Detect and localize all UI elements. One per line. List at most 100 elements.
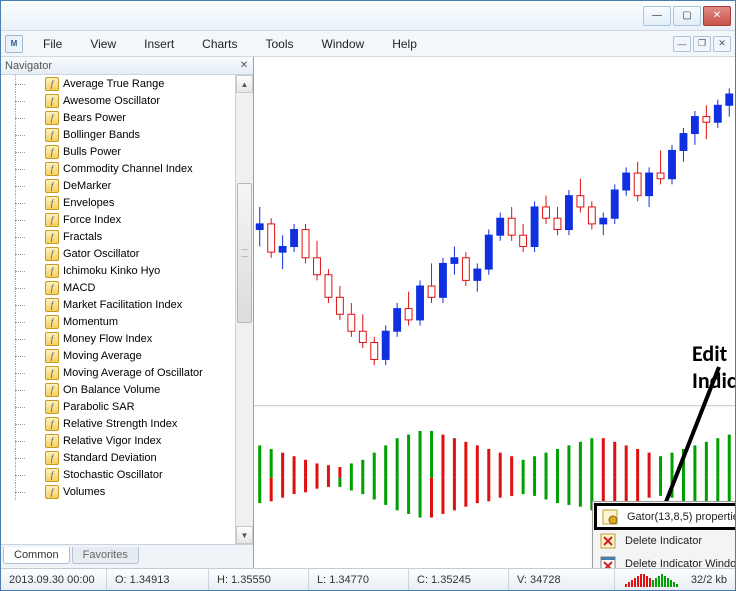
indicator-label: MACD: [63, 282, 95, 294]
menu-window[interactable]: Window: [308, 33, 379, 55]
indicator-label: Money Flow Index: [63, 333, 152, 345]
indicator-icon: f: [45, 400, 59, 414]
indicator-item[interactable]: fMoving Average: [1, 347, 235, 364]
indicator-label: Moving Average of Oscillator: [63, 367, 203, 379]
indicator-context-menu: Gator(13,8,5) properties... Delete Indic…: [592, 501, 735, 568]
properties-icon: [601, 508, 619, 526]
navigator-title-label: Navigator: [5, 60, 52, 72]
indicator-label: Market Facilitation Index: [63, 299, 182, 311]
ctx-properties[interactable]: Gator(13,8,5) properties...: [594, 503, 735, 530]
menu-file[interactable]: File: [29, 33, 76, 55]
indicator-icon: f: [45, 451, 59, 465]
indicator-label: Commodity Channel Index: [63, 163, 193, 175]
indicator-item[interactable]: f Market Facilitation Index: [1, 296, 235, 313]
indicator-item[interactable]: f MACD: [1, 279, 235, 296]
indicator-label: Awesome Oscillator: [63, 95, 160, 107]
indicator-item[interactable]: fFractals: [1, 228, 235, 245]
indicator-label: Ichimoku Kinko Hyo: [63, 265, 160, 277]
window-minimize-button[interactable]: —: [643, 6, 671, 26]
indicator-item[interactable]: fBears Power: [1, 109, 235, 126]
indicator-label: Stochastic Oscillator: [63, 469, 163, 481]
chart-area[interactable]: Edit Indicator Gator(13,8,5) properties.…: [254, 57, 735, 568]
window-maximize-button[interactable]: ▢: [673, 6, 701, 26]
indicator-icon: f: [45, 281, 59, 295]
indicator-item[interactable]: fBollinger Bands: [1, 126, 235, 143]
indicator-icon: f: [45, 162, 59, 176]
indicator-icon: f: [45, 417, 59, 431]
indicator-item[interactable]: f Standard Deviation: [1, 449, 235, 466]
indicator-label: Average True Range: [63, 78, 164, 90]
tab-common[interactable]: Common: [3, 547, 70, 564]
indicator-item[interactable]: f Bulls Power: [1, 143, 235, 160]
status-open: O: 1.34913: [107, 569, 209, 590]
menu-charts[interactable]: Charts: [188, 33, 251, 55]
navigator-tabs: Common Favorites: [1, 544, 253, 568]
status-traffic: 32/2 kb: [615, 569, 735, 590]
navigator-panel: Navigator ✕ f Average True Range f Awesome …: [1, 57, 254, 568]
indicator-icon: f: [45, 468, 59, 482]
indicator-label: Bulls Power: [63, 146, 121, 158]
indicator-icon: f: [45, 196, 59, 210]
indicator-item[interactable]: f Average True Range: [1, 75, 235, 92]
indicator-item[interactable]: f Ichimoku Kinko Hyo: [1, 262, 235, 279]
annotation-label: Edit Indicator: [692, 340, 735, 394]
indicator-icon: f: [45, 77, 59, 91]
indicator-item[interactable]: fDeMarker: [1, 177, 235, 194]
status-close: C: 1.35245: [409, 569, 509, 590]
indicator-label: Relative Strength Index: [63, 418, 177, 430]
traffic-icon: [623, 573, 685, 587]
indicator-icon: f: [45, 383, 59, 397]
tab-favorites[interactable]: Favorites: [72, 547, 139, 564]
indicator-icon: f: [45, 264, 59, 278]
indicator-item[interactable]: f Relative Strength Index: [1, 415, 235, 432]
indicator-item[interactable]: f Gator Oscillator: [1, 245, 235, 262]
indicator-item[interactable]: fMoving Average of Oscillator: [1, 364, 235, 381]
ctx-delete-indicator[interactable]: Delete Indicator: [595, 529, 735, 552]
indicator-label: Standard Deviation: [63, 452, 157, 464]
indicator-item[interactable]: fMoney Flow Index: [1, 330, 235, 347]
menubar: M File View Insert Charts Tools Window H…: [1, 31, 735, 57]
indicator-item[interactable]: fForce Index: [1, 211, 235, 228]
window-close-button[interactable]: ✕: [703, 6, 731, 26]
indicator-item[interactable]: fVolumes: [1, 483, 235, 500]
indicator-item[interactable]: fOn Balance Volume: [1, 381, 235, 398]
status-volume: V: 34728: [509, 569, 615, 590]
indicator-item[interactable]: f Awesome Oscillator: [1, 92, 235, 109]
menu-help[interactable]: Help: [378, 33, 431, 55]
menu-insert[interactable]: Insert: [130, 33, 188, 55]
indicator-item[interactable]: fMomentum: [1, 313, 235, 330]
menu-view[interactable]: View: [76, 33, 130, 55]
delete-window-icon: [599, 555, 617, 569]
app-window: — ▢ ✕ M File View Insert Charts Tools Wi…: [0, 0, 736, 591]
navigator-scrollbar[interactable]: ▲ ▼: [235, 75, 253, 544]
indicator-icon: f: [45, 485, 59, 499]
indicator-icon: f: [45, 298, 59, 312]
indicator-icon: f: [45, 179, 59, 193]
menu-tools[interactable]: Tools: [252, 33, 308, 55]
mdi-minimize-button[interactable]: —: [673, 36, 691, 52]
statusbar: 2013.09.30 00:00 O: 1.34913 H: 1.35550 L…: [1, 568, 735, 590]
indicator-item[interactable]: f Commodity Channel Index: [1, 160, 235, 177]
indicator-item[interactable]: fParabolic SAR: [1, 398, 235, 415]
indicator-icon: f: [45, 145, 59, 159]
scroll-thumb[interactable]: [237, 183, 252, 323]
delete-indicator-icon: [599, 532, 617, 550]
indicator-icon: f: [45, 349, 59, 363]
ctx-delete-window[interactable]: Delete Indicator Window: [595, 552, 735, 568]
indicator-item[interactable]: fRelative Vigor Index: [1, 432, 235, 449]
indicator-icon: f: [45, 247, 59, 261]
mdi-restore-button[interactable]: ❐: [693, 36, 711, 52]
mdi-close-button[interactable]: ✕: [713, 36, 731, 52]
price-chart[interactable]: [254, 57, 735, 548]
indicator-icon: f: [45, 94, 59, 108]
navigator-close-button[interactable]: ✕: [237, 58, 251, 72]
indicator-item[interactable]: fEnvelopes: [1, 194, 235, 211]
status-date: 2013.09.30 00:00: [1, 569, 107, 590]
indicator-icon: f: [45, 434, 59, 448]
indicator-item[interactable]: f Stochastic Oscillator: [1, 466, 235, 483]
navigator-title: Navigator ✕: [1, 57, 253, 75]
indicator-label: Gator Oscillator: [63, 248, 139, 260]
scroll-up-button[interactable]: ▲: [236, 75, 253, 93]
navigator-tree: fAverage True RangefAwesome OscillatorfB…: [1, 75, 253, 544]
scroll-down-button[interactable]: ▼: [236, 526, 253, 544]
